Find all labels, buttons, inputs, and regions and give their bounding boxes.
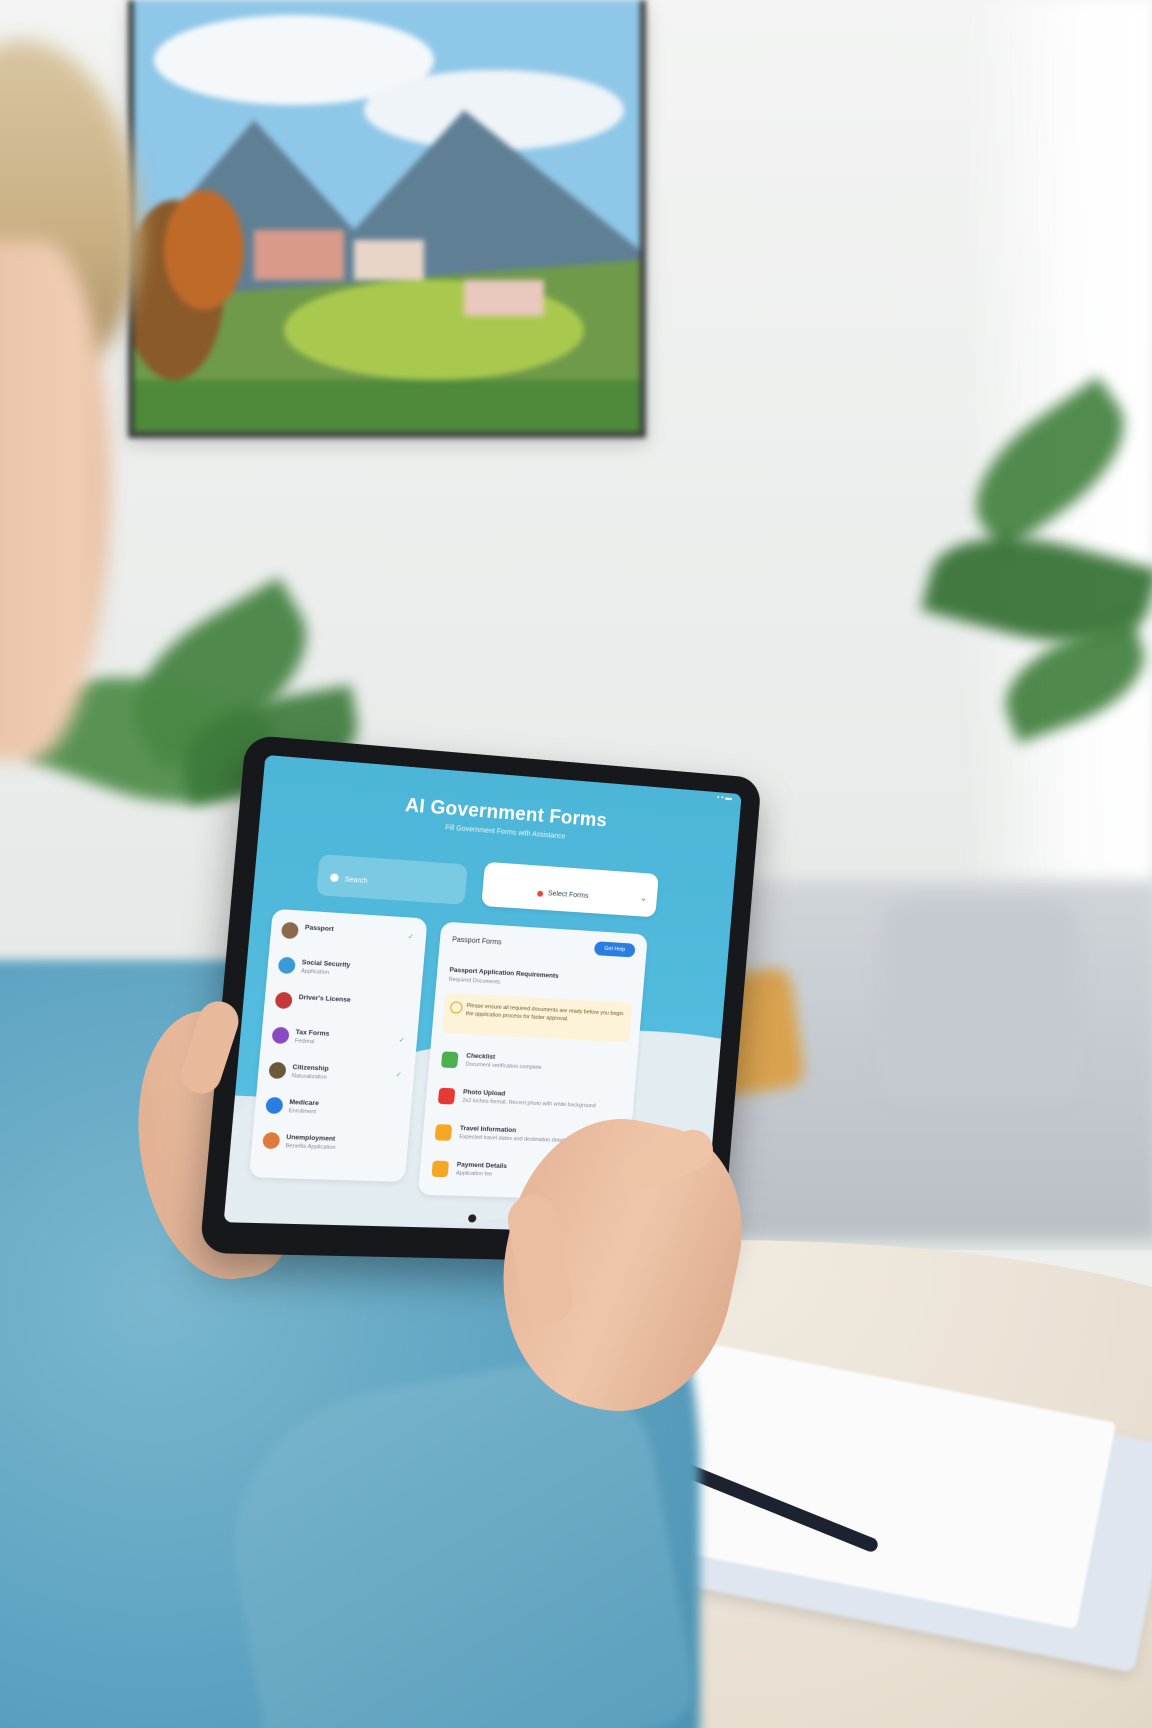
checklist-icon xyxy=(440,1051,459,1069)
avatar xyxy=(268,1061,287,1080)
info-alert: Please ensure all required documents are… xyxy=(441,992,633,1043)
list-item[interactable]: Unemployment Benefits Application xyxy=(262,1128,401,1159)
get-help-button[interactable]: Get Help xyxy=(593,941,636,958)
home-indicator[interactable] xyxy=(467,1214,477,1223)
list-item-label: Social Security xyxy=(301,959,351,970)
avatar xyxy=(265,1096,284,1115)
list-item-label: Citizenship xyxy=(292,1063,329,1073)
form-step-label: Checklist xyxy=(465,1052,496,1061)
landscape-painting xyxy=(128,0,646,438)
avatar xyxy=(271,1026,290,1045)
list-item[interactable]: Driver's License xyxy=(274,988,413,1022)
status-indicators: ▪ ▪ ▬ xyxy=(716,794,733,803)
list-item-label: Medicare xyxy=(289,1098,320,1108)
form-list-panel: Passport ✓ Social Security Application D… xyxy=(248,908,428,1182)
payment-icon xyxy=(431,1160,450,1178)
avatar xyxy=(262,1131,281,1150)
list-item-sub: Application xyxy=(300,968,330,977)
search-label: Search xyxy=(344,876,368,886)
detail-header: Passport Forms xyxy=(451,936,502,947)
list-item[interactable]: Passport ✓ xyxy=(280,918,419,953)
section-subtitle: Required Documents xyxy=(448,976,501,986)
avatar xyxy=(280,921,300,940)
photo-scene: ▪ ▪ ▬ AI Government Forms Fill Governmen… xyxy=(0,0,1152,1728)
list-item-label: Unemployment xyxy=(285,1133,336,1143)
check-icon: ✓ xyxy=(407,933,415,942)
list-item[interactable]: Social Security Application xyxy=(277,953,416,987)
list-item-label: Passport xyxy=(304,924,335,934)
list-item-sub: Naturalization xyxy=(291,1073,328,1081)
avatar xyxy=(274,991,293,1010)
sofa-cushion xyxy=(880,900,1080,1100)
alert-text: Please ensure all required documents are… xyxy=(465,1002,624,1023)
form-step-sub: Application fee xyxy=(455,1170,493,1178)
list-item[interactable]: Citizenship Naturalization ✓ xyxy=(268,1058,407,1091)
form-step-sub: 2x2 inches format. Recent photo with whi… xyxy=(462,1097,596,1110)
avatar xyxy=(277,956,296,975)
form-step-label: Payment Details xyxy=(456,1161,508,1171)
form-step-item[interactable]: Checklist Document verification complete xyxy=(440,1047,628,1087)
list-item[interactable]: Medicare Enrollment xyxy=(265,1093,404,1125)
list-item-sub: Benefits Application xyxy=(285,1143,336,1152)
status-dot-icon xyxy=(536,890,544,897)
form-step-label: Travel Information xyxy=(459,1125,517,1135)
list-item[interactable]: Tax Forms Federal ✓ xyxy=(271,1023,410,1056)
list-item-sub: Federal xyxy=(294,1038,315,1046)
form-selector-label: Select Forms xyxy=(547,890,589,900)
list-item-label: Tax Forms xyxy=(295,1028,330,1038)
check-icon: ✓ xyxy=(398,1037,405,1045)
info-icon xyxy=(449,1001,463,1014)
check-icon: ✓ xyxy=(395,1071,402,1079)
form-step-item[interactable]: Photo Upload 2x2 inches format. Recent p… xyxy=(437,1084,625,1124)
search-icon xyxy=(329,873,339,883)
list-item-label: Driver's License xyxy=(298,993,351,1004)
travel-icon xyxy=(434,1124,453,1141)
form-step-label: Photo Upload xyxy=(462,1088,506,1098)
list-item-sub: Enrollment xyxy=(288,1108,317,1116)
chevron-down-icon: ⌄ xyxy=(639,892,648,903)
form-step-sub: Expected travel dates and destination de… xyxy=(458,1134,568,1145)
form-step-sub: Document verification complete xyxy=(465,1061,542,1072)
photo-icon xyxy=(437,1087,456,1105)
